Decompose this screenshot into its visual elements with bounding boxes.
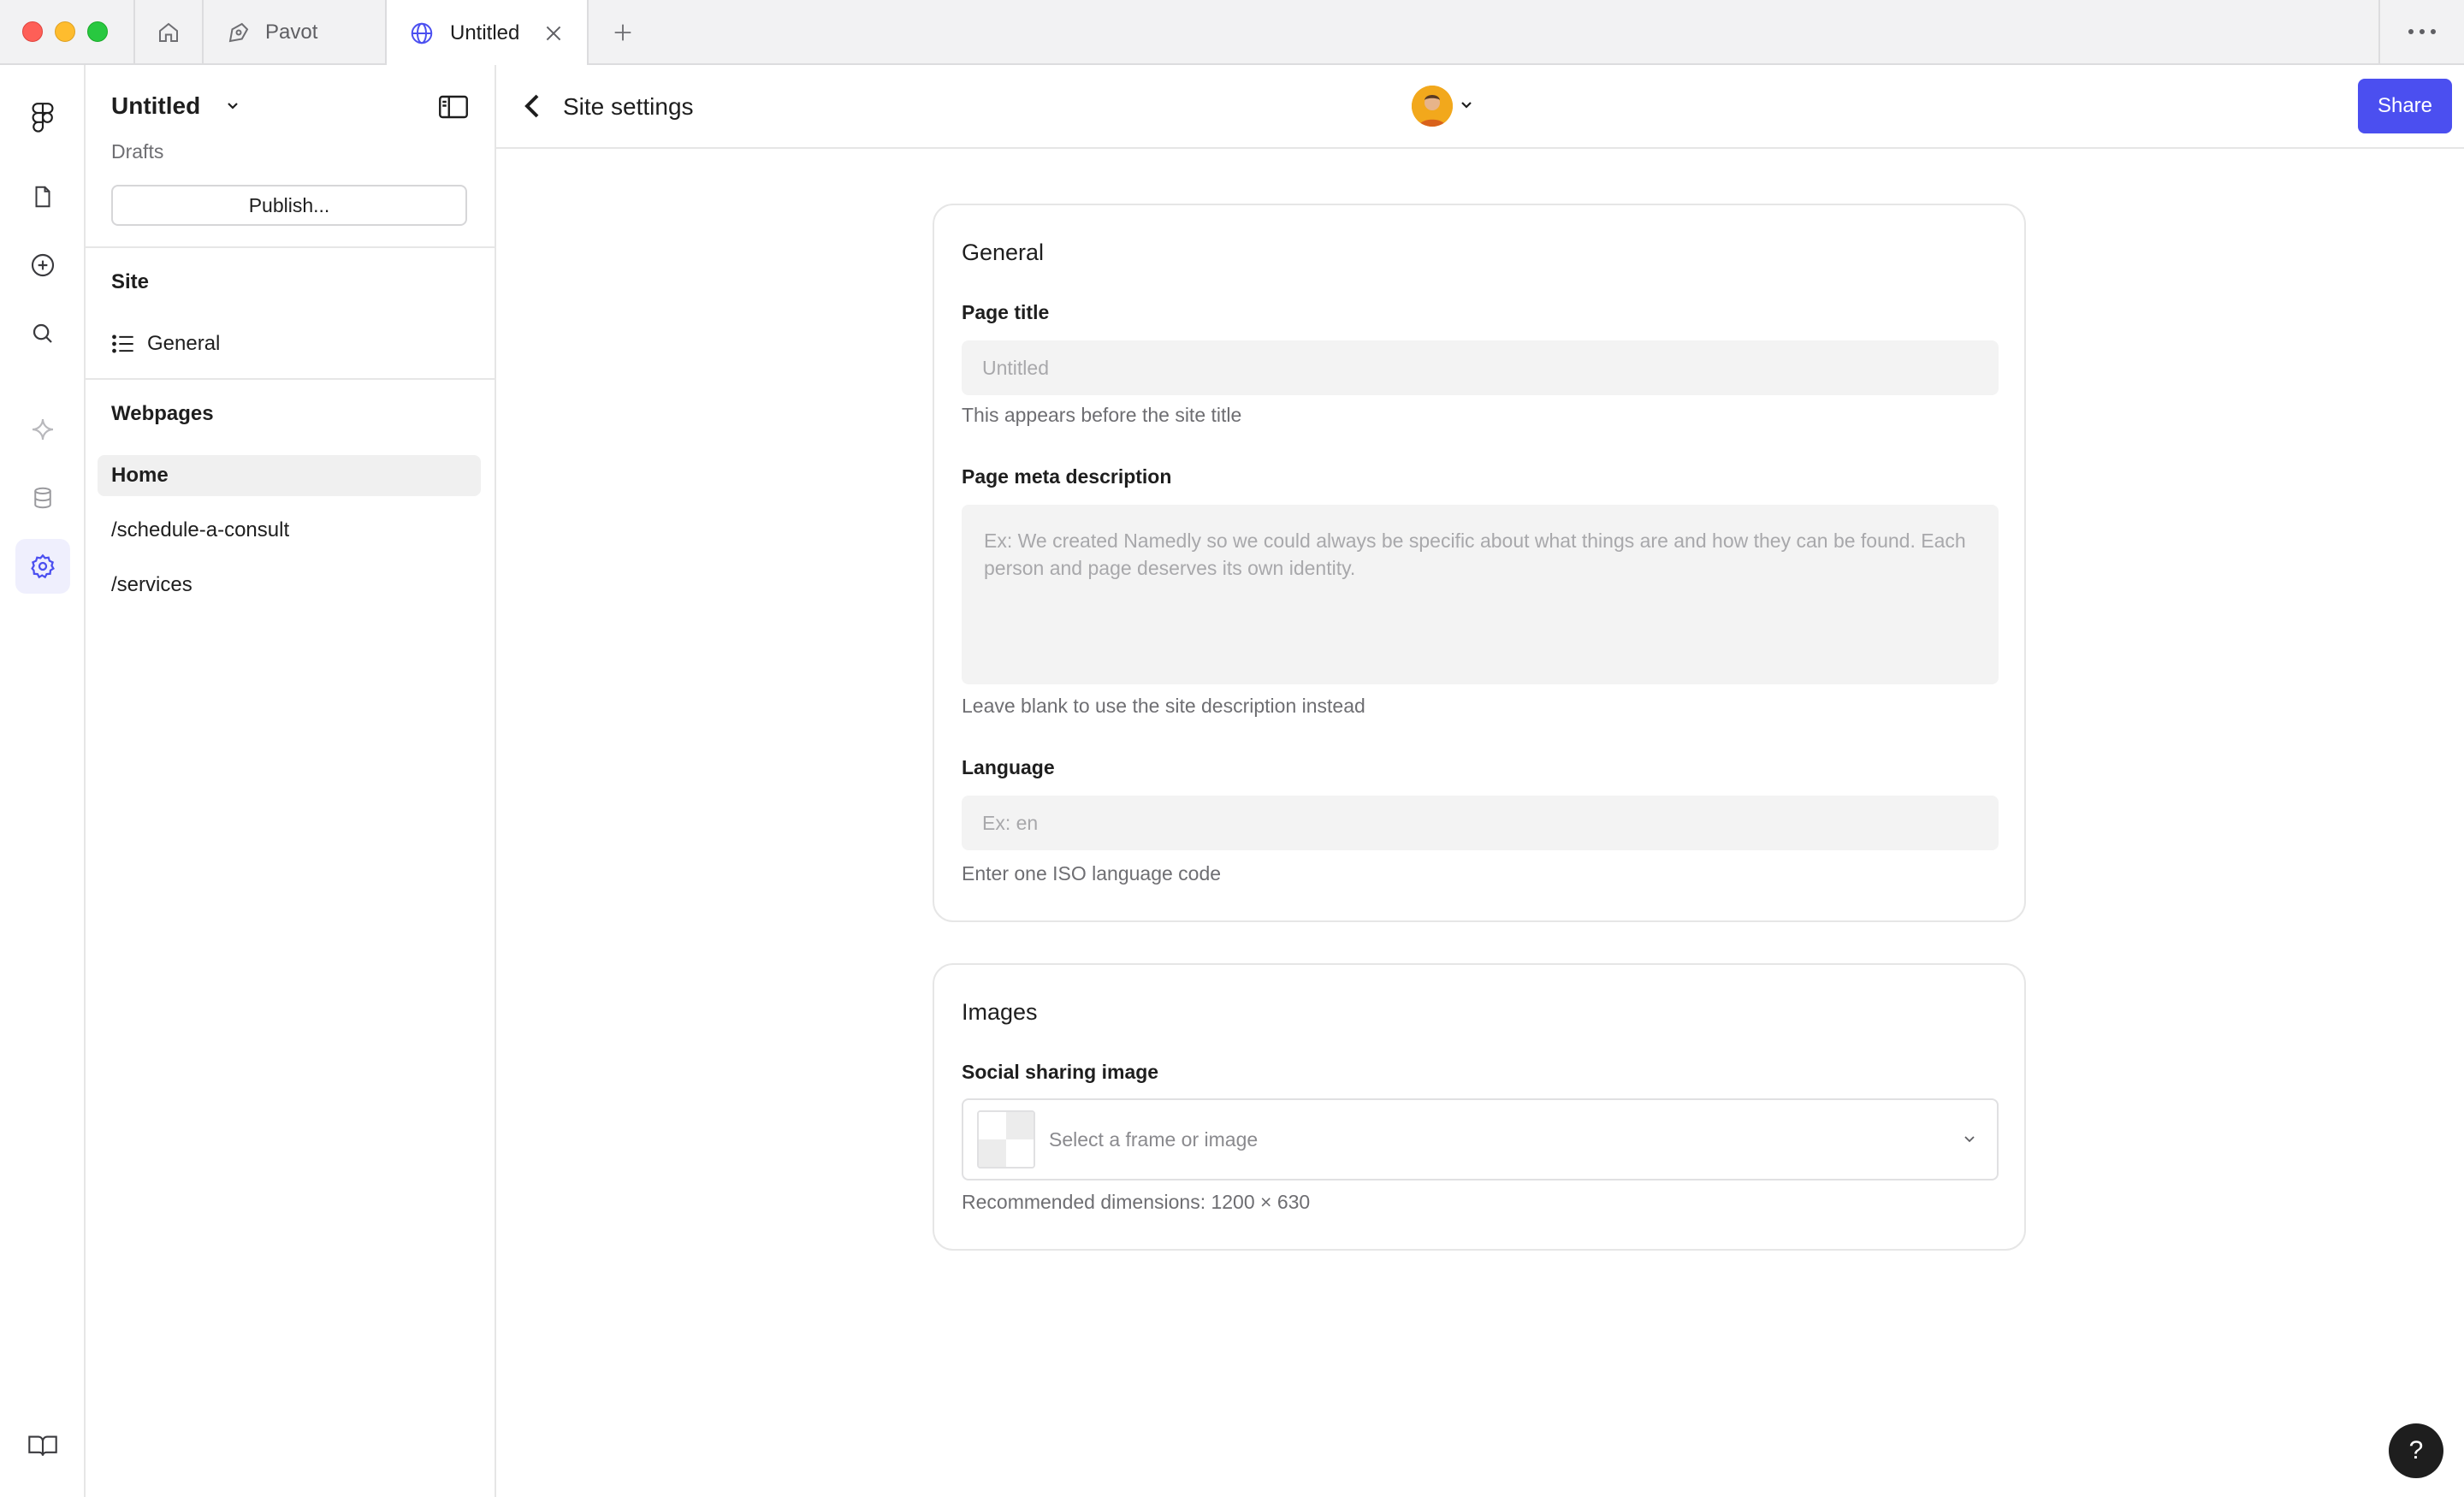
window-controls [0, 0, 135, 63]
page-title-label: Page title [962, 301, 1050, 323]
social-image-select[interactable]: Select a frame or image [962, 1098, 1999, 1180]
divider [86, 246, 495, 248]
database-icon [34, 487, 51, 509]
images-card-title: Images [962, 999, 1038, 1025]
chevron-down-icon [1964, 1136, 1975, 1143]
book-icon [28, 1435, 57, 1456]
chevron-down-icon [1461, 102, 1472, 109]
tab-pavot[interactable]: Pavot [204, 0, 387, 65]
home-icon [159, 22, 178, 42]
project-title: Untitled [111, 92, 201, 119]
tab-home[interactable] [135, 0, 204, 65]
maximize-window-button[interactable] [87, 21, 108, 42]
webpages-section-label: Webpages [111, 402, 214, 425]
title-bar: Pavot Untitled [0, 0, 2464, 67]
gear-icon [31, 553, 55, 579]
sidebar-item-label: General [147, 332, 221, 355]
publish-button[interactable]: Publish... [111, 185, 467, 226]
meta-description-textarea[interactable]: Ex: We created Namedly so we could alway… [962, 505, 1999, 684]
back-button[interactable] [522, 92, 542, 124]
avatar-menu-button[interactable] [1460, 99, 1473, 115]
page-title-hint: This appears before the site title [962, 404, 1242, 426]
docs-button[interactable] [15, 1418, 70, 1473]
sidebar-item-home[interactable]: Home [98, 455, 481, 496]
sidebar-item-label: /services [111, 573, 192, 596]
plus-icon [614, 24, 631, 41]
pages-button[interactable] [15, 169, 70, 224]
avatar[interactable] [1412, 86, 1453, 127]
site-settings-button[interactable] [15, 539, 70, 594]
tab-untitled[interactable]: Untitled [387, 0, 589, 67]
search-button[interactable] [15, 306, 70, 361]
sidebar-panel-icon [439, 95, 468, 119]
chevron-down-icon [228, 103, 238, 109]
figma-logo-icon [32, 103, 54, 133]
user-avatar-icon [1412, 86, 1453, 127]
image-placeholder-thumbnail [977, 1110, 1035, 1169]
general-card-title: General [962, 240, 1045, 265]
tab-label: Untitled [450, 21, 520, 44]
social-image-label: Social sharing image [962, 1061, 1159, 1083]
social-image-hint: Recommended dimensions: 1200 × 630 [962, 1191, 1311, 1213]
sidebar-item-general[interactable]: General [98, 323, 481, 364]
close-window-button[interactable] [22, 21, 43, 42]
chevron-left-icon [524, 94, 539, 118]
sidebar-item-label: /schedule-a-consult [111, 518, 290, 541]
globe-icon [411, 22, 433, 44]
tool-rail [0, 65, 86, 1497]
close-tab-icon[interactable] [542, 22, 565, 44]
social-image-placeholder: Select a frame or image [1049, 1127, 1259, 1151]
share-button[interactable]: Share [2358, 79, 2452, 133]
main-header: Site settings Share [496, 65, 2464, 149]
page-title-input[interactable]: Untitled [962, 340, 1999, 395]
sparkle-icon [32, 418, 54, 441]
meta-description-hint: Leave blank to use the site description … [962, 695, 1365, 717]
page-title: Site settings [563, 93, 694, 120]
cms-button[interactable] [15, 470, 70, 525]
sidebar-item-services[interactable]: /services [98, 565, 481, 606]
images-card: Images Social sharing image Select a fra… [933, 963, 2026, 1251]
list-icon [112, 334, 133, 353]
minimize-window-button[interactable] [55, 21, 75, 42]
language-label: Language [962, 756, 1055, 778]
new-tab-button[interactable] [589, 0, 657, 65]
project-title-menu[interactable]: Untitled [111, 92, 240, 120]
page-title-placeholder: Untitled [982, 356, 1049, 379]
file-icon [35, 186, 50, 208]
language-input[interactable]: Ex: en [962, 796, 1999, 850]
search-icon [33, 323, 52, 343]
general-card: General Page title Untitled This appears… [933, 204, 2026, 922]
interactions-button[interactable] [15, 402, 70, 457]
toggle-sidebar-button[interactable] [438, 94, 469, 124]
insert-button[interactable] [15, 238, 70, 293]
ellipsis-icon [2408, 29, 2436, 34]
help-button[interactable]: ? [2389, 1423, 2443, 1478]
plus-circle-icon [31, 253, 55, 277]
sidebar: Untitled Drafts Publish... Site General … [86, 65, 496, 1497]
sidebar-item-schedule-a-consult[interactable]: /schedule-a-consult [98, 510, 481, 551]
language-hint: Enter one ISO language code [962, 862, 1222, 885]
more-options-button[interactable] [2378, 0, 2464, 63]
language-placeholder: Ex: en [982, 811, 1039, 834]
pen-tool-icon [228, 22, 249, 43]
figma-logo-button[interactable] [15, 91, 70, 145]
meta-description-label: Page meta description [962, 465, 1172, 488]
meta-description-placeholder: Ex: We created Namedly so we could alway… [984, 530, 1966, 579]
divider [86, 378, 495, 380]
site-section-label: Site [111, 270, 150, 293]
project-location[interactable]: Drafts [111, 140, 163, 163]
sidebar-item-label: Home [111, 464, 169, 487]
tab-label: Pavot [265, 21, 318, 44]
